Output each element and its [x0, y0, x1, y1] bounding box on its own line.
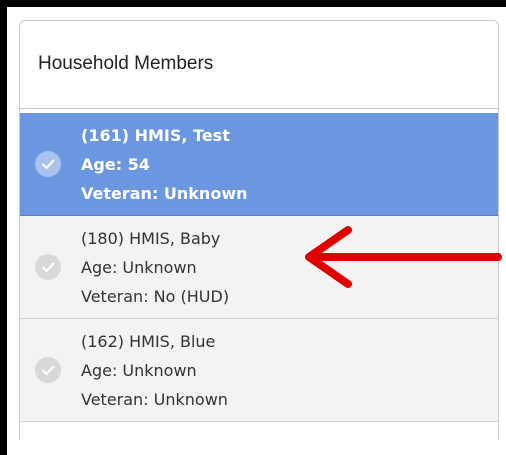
arrow-left-icon — [305, 226, 502, 288]
